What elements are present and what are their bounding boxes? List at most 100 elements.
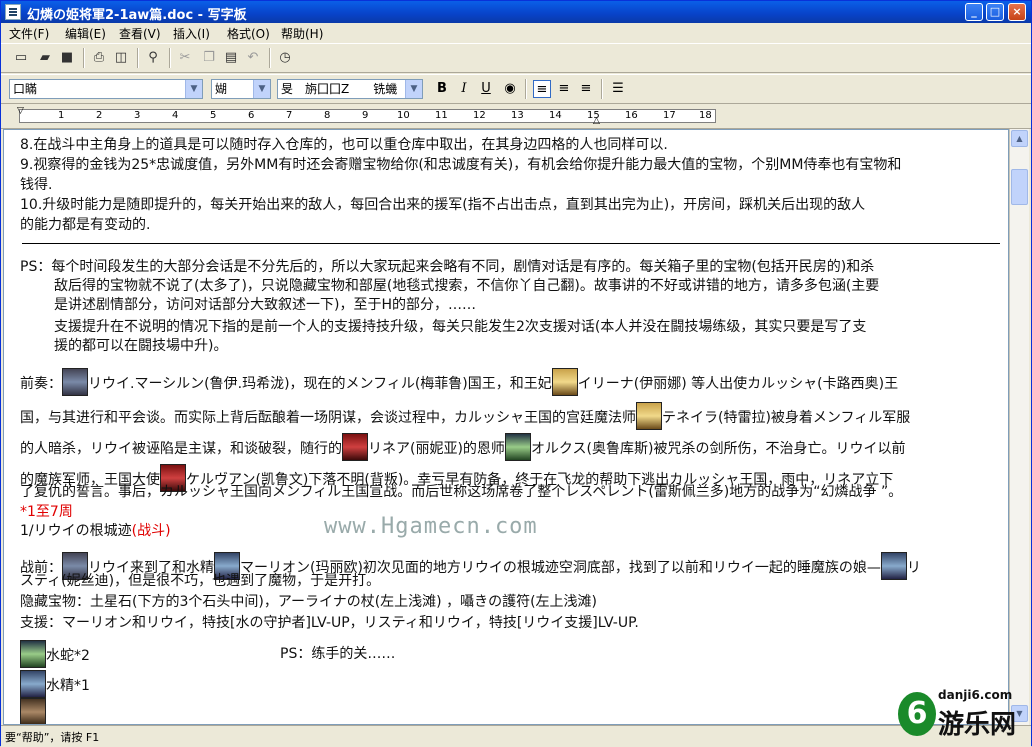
- ruler-tick: 2: [96, 110, 103, 121]
- font-combo[interactable]: 口瞞 ▼: [9, 79, 203, 99]
- paste-icon[interactable]: ▤: [223, 50, 239, 66]
- indent-marker-icon[interactable]: ▽: [17, 106, 24, 116]
- water-snake-sprite: [20, 640, 46, 668]
- font-size-combo[interactable]: 媩 ▼: [211, 79, 271, 99]
- doc-line: 钱得.: [20, 177, 53, 193]
- chevron-down-icon[interactable]: ▼: [185, 80, 202, 98]
- copy-icon[interactable]: ❐: [201, 50, 217, 66]
- vertical-scrollbar[interactable]: ▲ ▼: [1009, 129, 1029, 725]
- status-bar: 要“帮助”，请按 F1: [1, 725, 1031, 747]
- doc-line: 援的都可以在闘技場中升)。: [54, 338, 228, 354]
- enemy-line: 水精*1: [20, 670, 90, 698]
- menu-edit[interactable]: 编辑(E): [65, 25, 106, 42]
- doc-line: 了复仇的誓言。事后，カルッシャ王国向メンフィル王国宣战。而后世称这场席卷了整个レ…: [20, 484, 903, 500]
- menu-format[interactable]: 格式(O): [227, 25, 270, 42]
- ruler-tick: 5: [210, 110, 217, 121]
- script-value: 旻 旃囗囗Z 铣蟣: [281, 82, 398, 96]
- doc-text: イリーナ(伊丽娜) 等人出使カルッシャ(卡路西奥)王: [577, 376, 899, 392]
- chevron-down-icon[interactable]: ▼: [253, 80, 270, 98]
- ruler-tick: 14: [549, 110, 562, 121]
- doc-line: PS：练手的关……: [280, 646, 396, 662]
- scroll-up-icon[interactable]: ▲: [1011, 130, 1028, 147]
- save-icon[interactable]: ■: [59, 50, 75, 66]
- ruler-tick: 13: [511, 110, 524, 121]
- window-title: 幻燐の姫将軍2-1aw篇.doc - 写字板: [27, 8, 247, 23]
- doc-line: 国，与其进行和平会谈。而实际上背后酝酿着一场阴谋，会谈过程中，カルッシャ王国的宫…: [20, 402, 910, 430]
- font-size-value: 媩: [215, 82, 228, 96]
- bold-button[interactable]: B: [433, 80, 451, 98]
- doc-text: リネア(丽妮亚)的恩师: [368, 441, 505, 457]
- doc-text: テネイラ(特雷拉)被身着メンフィル军服: [662, 410, 911, 426]
- irina-portrait: [551, 368, 578, 396]
- week-heading: *1至7周: [20, 504, 73, 520]
- color-icon[interactable]: ◉: [501, 80, 519, 98]
- status-text: 要“帮助”，请按 F1: [5, 731, 100, 744]
- align-center-icon[interactable]: ≡: [555, 80, 573, 98]
- doc-line: PS：每个时间段发生的大部分会话是不分先后的，所以大家玩起来会略有不同，剧情对话…: [20, 259, 875, 275]
- align-right-icon[interactable]: ≡: [577, 80, 595, 98]
- ruler-tick: 16: [625, 110, 638, 121]
- ruler-tick: 10: [397, 110, 410, 121]
- teneira-portrait: [636, 402, 662, 430]
- italic-button[interactable]: I: [455, 80, 473, 98]
- new-icon[interactable]: ▭: [13, 50, 29, 66]
- toolbar-separator: [601, 79, 603, 99]
- menu-bar: 文件(F) 编辑(E) 查看(V) 插入(I) 格式(O) 帮助(H): [1, 23, 1031, 42]
- ruler-tick: 9: [362, 110, 369, 121]
- site-logo: 6 danji6.com 游乐网: [898, 682, 1028, 744]
- print-icon[interactable]: ⎙: [91, 50, 107, 66]
- undo-icon[interactable]: ↶: [245, 50, 261, 66]
- watermark: www.Hgamecn.com: [324, 514, 538, 539]
- menu-view[interactable]: 查看(V): [119, 25, 161, 42]
- enemy-name: 水精*1: [46, 678, 90, 694]
- bullets-icon[interactable]: ☰: [609, 80, 627, 98]
- monster-sprite: [20, 698, 46, 724]
- document-area[interactable]: 8.在战斗中主角身上的道具是可以随时存入仓库的，也可以重仓库中取出，在其身边四格…: [3, 129, 1009, 725]
- rinea-portrait: [342, 433, 368, 461]
- minimize-button[interactable]: _: [965, 3, 983, 21]
- ruler-tick: 6: [248, 110, 255, 121]
- doc-line: 敌后得的宝物就不说了(太多了)，只说隐藏宝物和部屋(地毯式搜索，不信你丫自己翻)…: [54, 278, 880, 294]
- doc-text: 的人暗杀，リウイ被诬陷是主谋，和谈破裂，随行的: [20, 441, 342, 457]
- find-icon[interactable]: ⚲: [145, 50, 161, 66]
- open-icon[interactable]: ▰: [37, 50, 53, 66]
- title-bar[interactable]: 幻燐の姫将軍2-1aw篇.doc - 写字板 _ □ ×: [1, 1, 1031, 23]
- doc-line: 是讲述剧情部分，访问对话部分大致叙述一下)，至于H的部分，……: [54, 297, 476, 313]
- maximize-button[interactable]: □: [986, 3, 1004, 21]
- chevron-down-icon[interactable]: ▼: [405, 80, 422, 98]
- close-button[interactable]: ×: [1008, 3, 1026, 21]
- print-preview-icon[interactable]: ◫: [113, 50, 129, 66]
- doc-text: リ: [906, 560, 921, 576]
- script-combo[interactable]: 旻 旃囗囗Z 铣蟣 ▼: [277, 79, 423, 99]
- divider: [22, 243, 1000, 244]
- font-value: 口瞞: [13, 82, 38, 96]
- format-toolbar: 口瞞 ▼ 媩 ▼ 旻 旃囗囗Z 铣蟣 ▼ B I U ◉ ≡ ≡ ≡ ☰: [1, 74, 1031, 104]
- ruler-tick: 11: [435, 110, 448, 121]
- scroll-thumb[interactable]: [1011, 169, 1028, 205]
- doc-line: 的能力都是有变动的.: [20, 217, 151, 233]
- enemy-name: 水蛇*2: [46, 648, 90, 664]
- date-time-icon[interactable]: ◷: [277, 50, 293, 66]
- underline-button[interactable]: U: [477, 80, 495, 98]
- doc-text: オルクス(奥鲁库斯)被咒杀の剑所伤，不治身亡。リウイ以前: [530, 441, 906, 457]
- risty-portrait: [880, 552, 907, 580]
- right-indent-marker-icon[interactable]: △: [593, 116, 600, 126]
- doc-text: 国，与其进行和平会谈。而实际上背后酝酿着一场阴谋，会谈过程中，カルッシャ王国的宫…: [20, 410, 636, 426]
- ruler-tick: 1: [58, 110, 65, 121]
- menu-file[interactable]: 文件(F): [9, 25, 49, 42]
- menu-insert[interactable]: 插入(I): [173, 25, 210, 42]
- ruler[interactable]: 1 2 3 4 5 6 7 8 9 10 11 12 13 14 15 16 1…: [1, 104, 1031, 129]
- menu-help[interactable]: 帮助(H): [281, 25, 323, 42]
- doc-line: 隐藏宝物：土星石(下方的3个石头中间)，アーライナの杖(左上浅滩) ，囁きの護符…: [20, 594, 598, 610]
- wordpad-app-icon[interactable]: [5, 4, 21, 20]
- enemy-line: [20, 698, 46, 724]
- stage-name: 1/リウイの根城迹: [20, 523, 132, 539]
- doc-line: 9.视察得的金钱为25*忠诚度值，另外MM有时还会寄赠宝物给你(和忠诚度有关)，…: [20, 157, 902, 173]
- toolbar-separator: [137, 48, 139, 68]
- logo-name: 游乐网: [938, 710, 1017, 740]
- water-spirit-sprite: [20, 670, 46, 698]
- battle-tag: (战斗): [131, 523, 171, 539]
- align-left-icon[interactable]: ≡: [533, 80, 551, 98]
- ruler-tick: 12: [473, 110, 486, 121]
- cut-icon[interactable]: ✂: [177, 50, 193, 66]
